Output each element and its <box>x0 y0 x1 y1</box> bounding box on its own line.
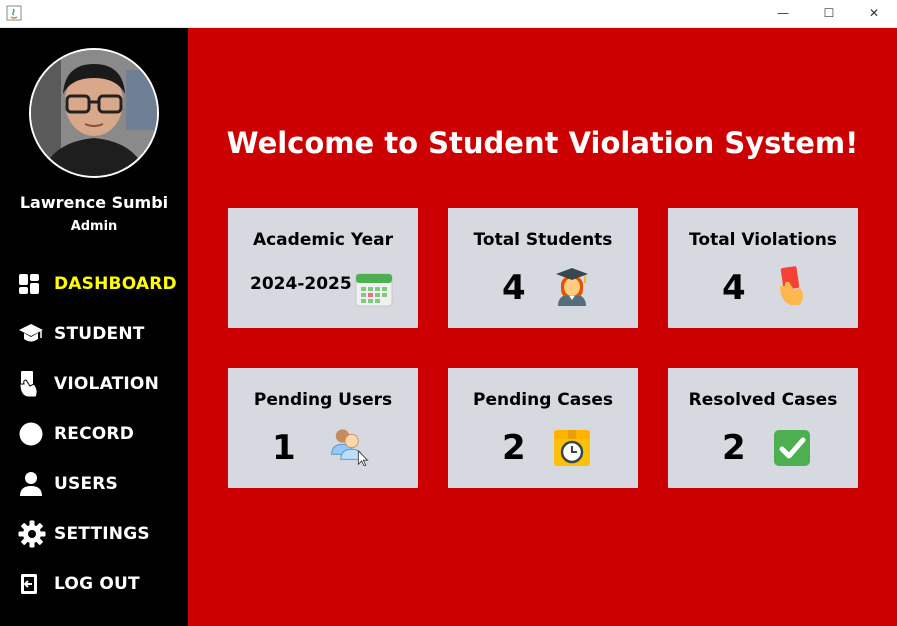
graduation-cap-icon <box>18 320 46 348</box>
user-name: Lawrence Sumbi <box>19 193 169 212</box>
nav-record[interactable]: RECORD <box>18 419 183 449</box>
minimize-button[interactable]: — <box>760 0 806 26</box>
card-title: Resolved Cases <box>688 390 838 410</box>
nav-settings[interactable]: SETTINGS <box>18 519 183 549</box>
card-value: 2 <box>722 428 746 468</box>
card-resolved-cases: Resolved Cases 2 <box>668 368 858 488</box>
check-mark-icon <box>774 430 810 466</box>
nav-users[interactable]: USERS <box>18 469 183 499</box>
card-title: Total Violations <box>689 230 837 250</box>
nav-label-violation: VIOLATION <box>54 374 160 394</box>
card-value: 4 <box>722 268 746 308</box>
card-total-students: Total Students 4 <box>448 208 638 328</box>
dashboard-main: Welcome to Student Violation System! Aca… <box>188 28 897 626</box>
logout-icon <box>18 570 46 598</box>
calendar-icon <box>355 273 393 307</box>
dashboard-icon <box>18 270 46 298</box>
pending-users-icon <box>331 429 369 466</box>
graduate-student-icon <box>556 268 588 306</box>
window-title-bar: — ☐ ✕ <box>0 0 897 28</box>
close-button[interactable]: ✕ <box>851 0 897 26</box>
maximize-button[interactable]: ☐ <box>806 0 852 26</box>
nav-violation[interactable]: VIOLATION <box>18 369 183 399</box>
card-pending-cases: Pending Cases 2 <box>448 368 638 488</box>
nav-label-student: STUDENT <box>54 324 145 344</box>
card-pending-users: Pending Users 1 <box>228 368 418 488</box>
card-total-violations: Total Violations 4 <box>668 208 858 328</box>
card-value: 4 <box>502 268 526 308</box>
red-card-icon <box>780 266 803 305</box>
hand-card-icon <box>18 370 46 398</box>
nav-student[interactable]: STUDENT <box>18 319 183 349</box>
nav-label-users: USERS <box>54 474 118 494</box>
nav-label-dashboard: DASHBOARD <box>54 274 177 294</box>
gear-icon <box>18 520 46 548</box>
user-role: Admin <box>70 219 118 234</box>
record-circle-icon <box>18 420 46 448</box>
card-title: Academic Year <box>252 230 394 250</box>
card-value: 1 <box>272 428 296 468</box>
avatar <box>29 48 159 178</box>
card-value: 2024-2025 <box>250 274 352 294</box>
pending-box-clock-icon <box>554 430 590 466</box>
card-title: Pending Users <box>253 390 393 410</box>
profile-photo <box>31 50 157 176</box>
card-academic-year: Academic Year 2024-2025 <box>228 208 418 328</box>
card-title: Pending Cases <box>473 390 613 410</box>
nav-dashboard[interactable]: DASHBOARD <box>18 269 183 299</box>
nav-label-record: RECORD <box>54 424 135 444</box>
card-value: 2 <box>502 428 526 468</box>
welcome-heading: Welcome to Student Violation System! <box>226 126 859 160</box>
nav-label-logout: LOG OUT <box>54 574 140 594</box>
nav-label-settings: SETTINGS <box>54 524 150 544</box>
card-title: Total Students <box>473 230 613 250</box>
nav-logout[interactable]: LOG OUT <box>18 569 183 599</box>
user-icon <box>18 470 46 498</box>
java-app-icon <box>6 5 22 21</box>
sidebar: Lawrence Sumbi Admin DASHBOARD STUDENT V… <box>0 28 188 626</box>
